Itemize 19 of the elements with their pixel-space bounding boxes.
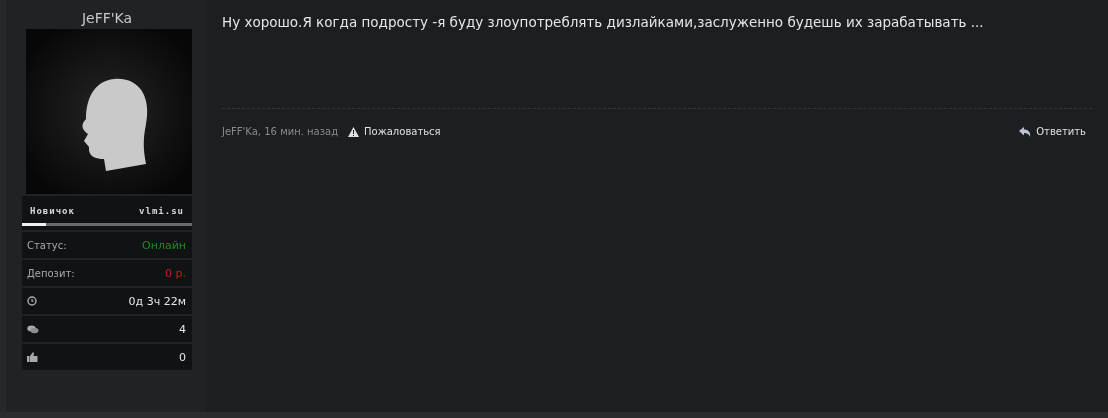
username[interactable]: JeFF'Ka bbox=[22, 10, 192, 26]
warning-icon bbox=[348, 126, 360, 137]
stat-label: Депозит: bbox=[27, 267, 75, 279]
rank-title: Новичок bbox=[30, 206, 75, 216]
thumbs-up-icon bbox=[27, 352, 38, 362]
stat-value: 0 bbox=[179, 350, 186, 364]
stat-value: 0д 3ч 22м bbox=[128, 294, 186, 308]
stat-label: Статус: bbox=[27, 239, 67, 251]
post-meta: JeFF'Ka, 16 мин. назад bbox=[222, 126, 339, 137]
reply-arrow-icon bbox=[1019, 126, 1032, 137]
stat-value: 4 bbox=[179, 322, 186, 336]
reply-link[interactable]: Ответить bbox=[1019, 126, 1086, 137]
report-link[interactable]: Пожаловаться bbox=[348, 126, 441, 137]
clock-icon bbox=[27, 296, 37, 306]
stat-value: Онлайн bbox=[142, 238, 186, 252]
chat-bubbles-icon bbox=[27, 324, 39, 334]
stat-value: 0 р. bbox=[165, 266, 186, 280]
post-text: Ну хорошо.Я когда подросту -я буду злоупотреблять дизлайками,заслуженно будешь их зарабатывать ... bbox=[222, 14, 1092, 109]
site-name: vlmi.su bbox=[139, 206, 184, 216]
